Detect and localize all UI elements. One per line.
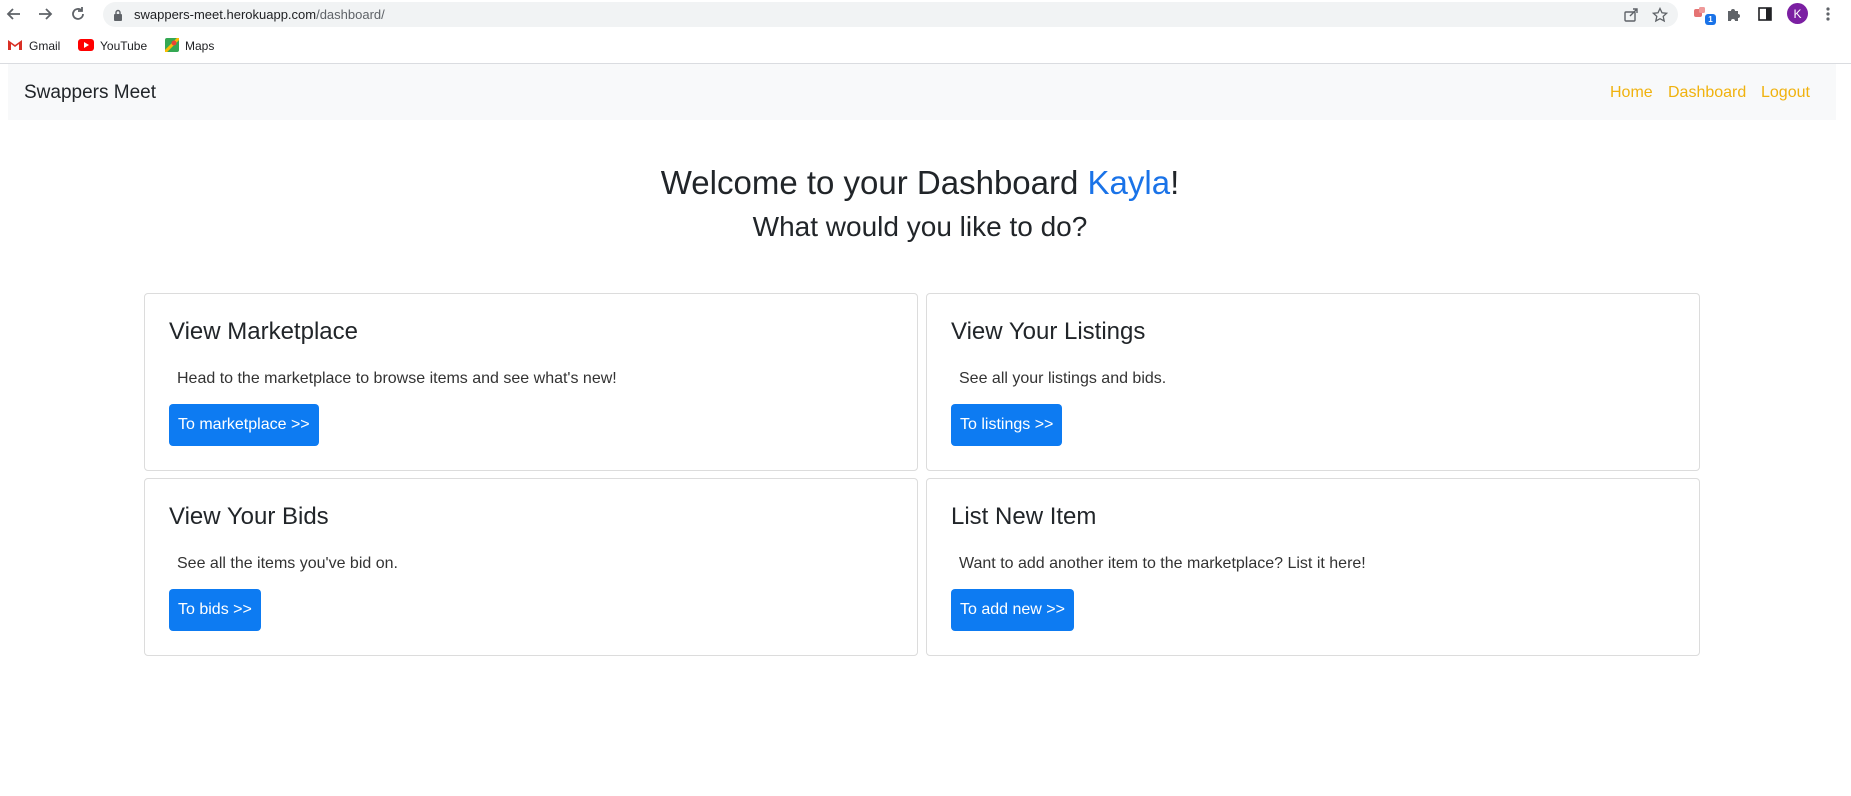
back-arrow-icon[interactable] — [4, 4, 24, 24]
bookmarks-bar: Gmail YouTube Maps — [0, 33, 1851, 57]
card-title: View Marketplace — [169, 318, 358, 345]
card-view-listings: View Your Listings See all your listings… — [926, 293, 1700, 471]
user-name: Kayla — [1087, 164, 1171, 201]
to-listings-button[interactable]: To listings >> — [951, 404, 1063, 446]
address-bar[interactable]: swappers-meet.herokuapp.com/dashboard/ — [103, 2, 1678, 27]
card-view-bids: View Your Bids See all the items you've … — [144, 478, 918, 656]
star-bookmark-icon[interactable] — [1651, 6, 1669, 24]
nav-link-home[interactable]: Home — [1610, 84, 1653, 102]
bookmark-gmail[interactable]: Gmail — [7, 37, 60, 55]
card-text: See all the items you've bid on. — [177, 555, 398, 572]
bookmark-maps[interactable]: Maps — [163, 36, 215, 55]
page-subtitle: What would you like to do? — [752, 211, 1088, 242]
bookmark-label: YouTube — [100, 39, 148, 53]
card-text: See all your listings and bids. — [959, 370, 1167, 387]
side-panel-icon[interactable] — [1755, 4, 1775, 24]
bookmark-label: Gmail — [29, 39, 61, 53]
to-add-new-button[interactable]: To add new >> — [951, 589, 1074, 631]
bookmark-label: Maps — [185, 39, 215, 53]
brand-logo-text[interactable]: Swappers Meet — [24, 82, 156, 104]
extension-badge: 1 — [1705, 14, 1716, 25]
youtube-icon — [78, 38, 94, 54]
to-bids-button[interactable]: To bids >> — [169, 589, 261, 631]
puzzle-extensions-icon[interactable] — [1723, 4, 1743, 24]
site-navbar: Swappers Meet Home Dashboard Logout — [8, 64, 1836, 120]
forward-arrow-icon[interactable] — [35, 4, 55, 24]
nav-link-dashboard[interactable]: Dashboard — [1668, 84, 1746, 102]
profile-avatar[interactable]: K — [1787, 3, 1808, 24]
card-text: Head to the marketplace to browse items … — [177, 370, 617, 387]
browser-toolbar: swappers-meet.herokuapp.com/dashboard/ 1… — [0, 0, 1851, 28]
kebab-menu-icon[interactable] — [1818, 4, 1838, 24]
card-view-marketplace: View Marketplace Head to the marketplace… — [144, 293, 918, 471]
card-title: List New Item — [951, 503, 1097, 530]
card-list-new-item: List New Item Want to add another item t… — [926, 478, 1700, 656]
maps-icon — [163, 36, 181, 55]
nav-link-logout[interactable]: Logout — [1761, 84, 1810, 102]
lock-icon — [113, 8, 123, 26]
card-title: View Your Listings — [951, 318, 1146, 345]
url-text: swappers-meet.herokuapp.com/dashboard/ — [134, 7, 385, 22]
share-icon[interactable] — [1622, 6, 1640, 24]
card-text: Want to add another item to the marketpl… — [959, 555, 1366, 572]
card-title: View Your Bids — [169, 503, 329, 530]
to-marketplace-button[interactable]: To marketplace >> — [169, 404, 319, 446]
bookmark-youtube[interactable]: YouTube — [78, 37, 147, 55]
gmail-icon — [7, 39, 23, 54]
reload-icon[interactable] — [68, 4, 88, 24]
page-title: Welcome to your Dashboard Kayla! — [660, 164, 1180, 201]
